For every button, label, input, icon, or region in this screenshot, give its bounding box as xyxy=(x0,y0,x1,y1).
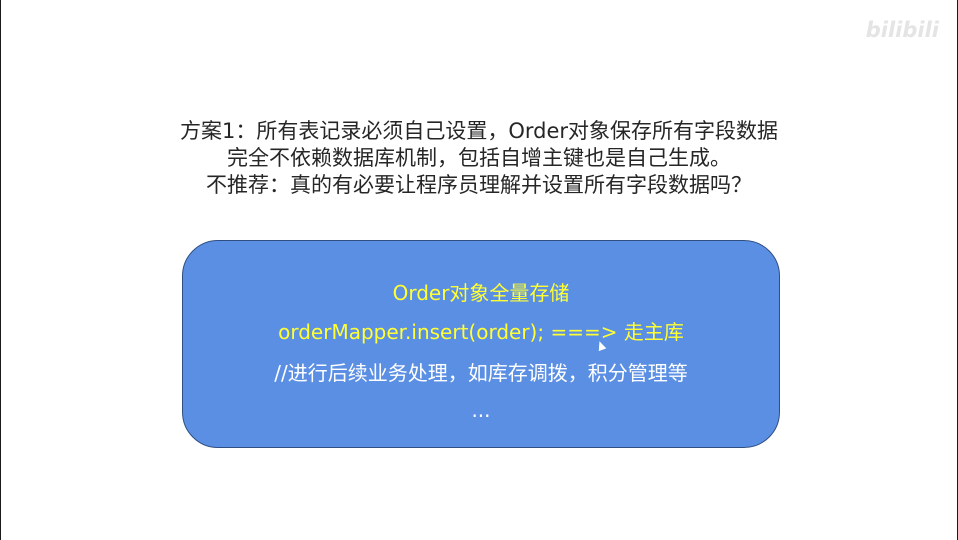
slide-heading: 方案1：所有表记录必须自己设置，Order对象保存所有字段数据 完全不依赖数据库… xyxy=(61,118,897,199)
presentation-slide: bilibili 方案1：所有表记录必须自己设置，Order对象保存所有字段数据… xyxy=(0,0,958,540)
code-box: Order对象全量存储 orderMapper.insert(order); =… xyxy=(182,240,780,448)
heading-line-2: 完全不依赖数据库机制，包括自增主键也是自己生成。 xyxy=(227,146,731,170)
heading-line-1: 方案1：所有表记录必须自己设置，Order对象保存所有字段数据 xyxy=(179,119,779,143)
insert-code-line: orderMapper.insert(order); ===> 走主库 xyxy=(278,320,684,344)
comment-code-line: //进行后续业务处理，如库存调拨，积分管理等 xyxy=(274,361,688,385)
bilibili-watermark: bilibili xyxy=(865,18,939,42)
heading-line-3: 不推荐：真的有必要让程序员理解并设置所有字段数据吗？ xyxy=(206,173,752,197)
box-title: Order对象全量存储 xyxy=(392,281,570,305)
ellipsis-line: ... xyxy=(471,398,491,422)
